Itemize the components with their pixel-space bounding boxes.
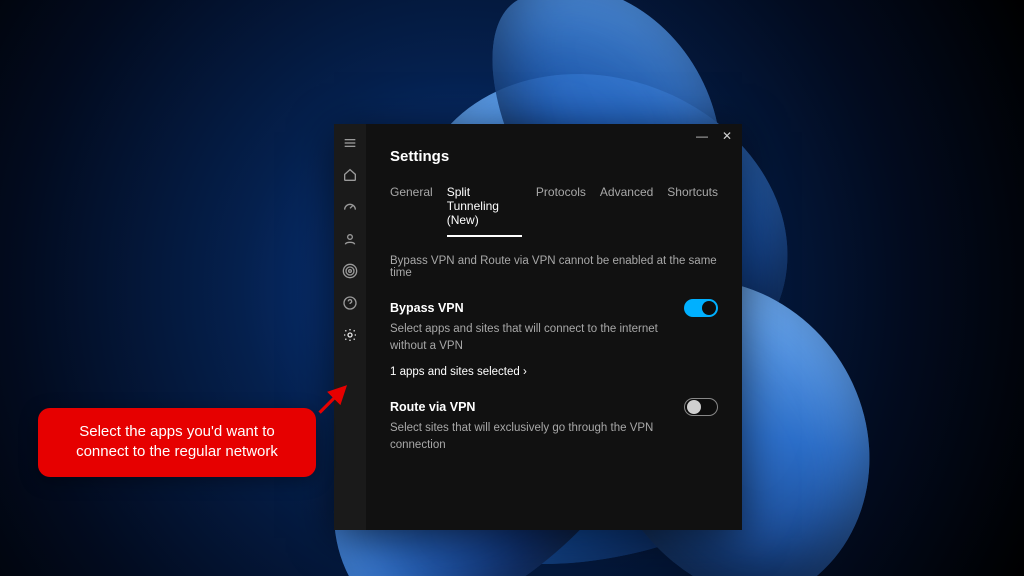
feed-icon[interactable] xyxy=(341,262,359,280)
bypass-vpn-selection-link[interactable]: 1 apps and sites selected › xyxy=(390,366,527,378)
sidebar xyxy=(334,124,366,530)
app-window: — ✕ Settings General Split Tunneling (Ne… xyxy=(334,124,742,530)
route-via-vpn-description: Select sites that will exclusively go th… xyxy=(390,420,670,453)
hamburger-menu-icon[interactable] xyxy=(341,134,359,152)
bypass-vpn-header: Bypass VPN xyxy=(390,299,718,317)
titlebar-controls: — ✕ xyxy=(696,130,732,142)
settings-icon[interactable] xyxy=(341,326,359,344)
minimize-button[interactable]: — xyxy=(696,130,708,142)
desktop-wallpaper: — ✕ Settings General Split Tunneling (Ne… xyxy=(0,0,1024,576)
bypass-vpn-title: Bypass VPN xyxy=(390,301,464,315)
tab-split-tunneling[interactable]: Split Tunneling (New) xyxy=(447,185,522,237)
tab-shortcuts[interactable]: Shortcuts xyxy=(667,185,718,237)
route-via-vpn-title: Route via VPN xyxy=(390,400,475,414)
bypass-vpn-toggle[interactable] xyxy=(684,299,718,317)
close-button[interactable]: ✕ xyxy=(722,130,732,142)
bypass-vpn-description: Select apps and sites that will connect … xyxy=(390,321,670,354)
speedometer-icon[interactable] xyxy=(341,198,359,216)
annotation-callout: Select the apps you'd want to connect to… xyxy=(38,408,316,477)
home-icon[interactable] xyxy=(341,166,359,184)
tab-advanced[interactable]: Advanced xyxy=(600,185,653,237)
route-via-vpn-toggle[interactable] xyxy=(684,398,718,416)
tab-general[interactable]: General xyxy=(390,185,433,237)
help-icon[interactable] xyxy=(341,294,359,312)
content-pane: — ✕ Settings General Split Tunneling (Ne… xyxy=(366,124,742,530)
mutual-exclusion-notice: Bypass VPN and Route via VPN cannot be e… xyxy=(390,255,718,279)
tab-protocols[interactable]: Protocols xyxy=(536,185,586,237)
tabs-row: General Split Tunneling (New) Protocols … xyxy=(390,185,718,237)
page-title: Settings xyxy=(390,148,718,165)
account-icon[interactable] xyxy=(341,230,359,248)
route-via-vpn-header: Route via VPN xyxy=(390,398,718,416)
